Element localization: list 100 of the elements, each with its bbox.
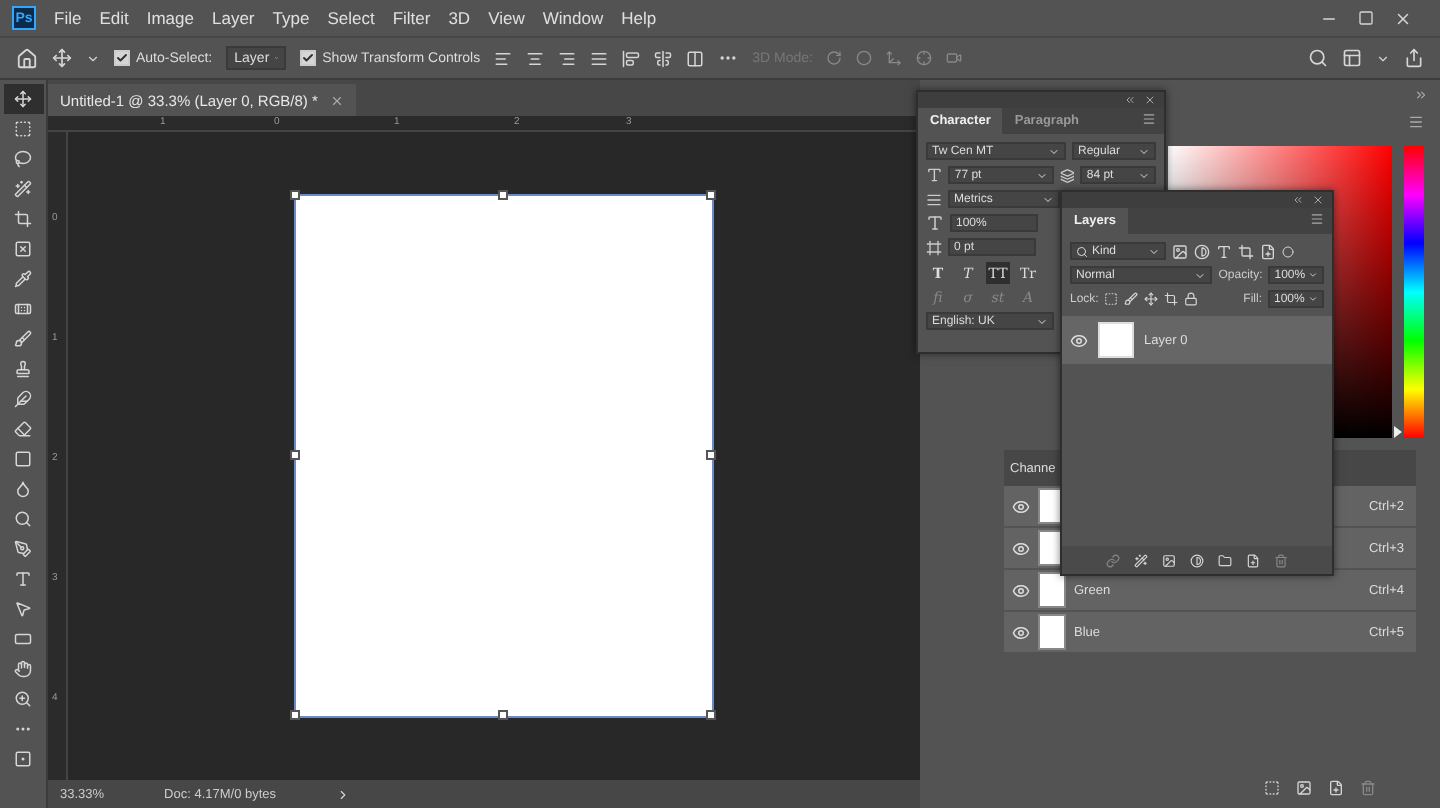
panel-menu-icon[interactable] (1408, 114, 1424, 130)
search-icon (1076, 245, 1088, 257)
collapse-icon[interactable] (1124, 94, 1136, 106)
pen-icon (14, 540, 32, 558)
distribute-icon[interactable] (590, 49, 609, 67)
shape-filter-icon[interactable] (1238, 243, 1254, 259)
selection-icon[interactable] (1264, 780, 1280, 796)
menu-item[interactable]: Select (327, 8, 375, 28)
eye-icon[interactable] (1012, 623, 1030, 641)
caret-icon (1194, 269, 1207, 281)
menu-item[interactable]: Edit (99, 8, 129, 28)
tool-button[interactable] (3, 84, 43, 114)
close-icon[interactable] (329, 93, 344, 107)
home-icon[interactable] (16, 47, 38, 69)
folder-icon[interactable] (1218, 553, 1232, 567)
auto-select-checkbox[interactable] (114, 50, 130, 66)
new-layer-icon[interactable] (1246, 553, 1260, 567)
menu-item[interactable]: Type (272, 8, 310, 28)
transform-handle[interactable] (706, 450, 716, 460)
collapse-icon[interactable] (1414, 88, 1428, 102)
eye-icon[interactable] (1012, 539, 1030, 557)
mask-icon[interactable] (1162, 553, 1176, 567)
bandage-icon (14, 300, 32, 318)
maximize-icon[interactable] (1358, 9, 1374, 25)
menu-item[interactable]: View (488, 8, 525, 28)
chevron-icon[interactable] (336, 787, 351, 801)
eye-icon[interactable] (1012, 497, 1030, 515)
caret-icon (1308, 294, 1318, 304)
menu-item[interactable]: Image (146, 8, 194, 28)
transform-handle[interactable] (498, 190, 508, 200)
close-icon[interactable] (1144, 94, 1156, 106)
type-filter-icon[interactable] (1216, 243, 1232, 259)
frame-icon (14, 240, 32, 258)
align-center-icon[interactable] (526, 49, 545, 67)
check-icon (116, 52, 128, 64)
eraser-icon (14, 420, 32, 438)
lock-position-icon[interactable] (1144, 292, 1159, 306)
menu-item[interactable]: 3D (448, 8, 471, 28)
caret-icon (1148, 245, 1160, 257)
marquee-icon (14, 120, 32, 138)
align-top-icon[interactable] (622, 49, 641, 67)
font-size-icon (926, 166, 943, 184)
transform-handle[interactable] (706, 190, 716, 200)
hue-slider-thumb[interactable] (1394, 426, 1402, 438)
transform-handle[interactable] (706, 710, 716, 720)
share-icon[interactable] (1404, 48, 1424, 68)
smart-filter-icon[interactable] (1260, 243, 1276, 259)
type-icon (14, 570, 32, 588)
menu-item[interactable]: Layer (211, 8, 255, 28)
move-icon[interactable] (52, 48, 72, 68)
transform-handle[interactable] (498, 710, 508, 720)
menu-item[interactable]: Filter (392, 8, 431, 28)
transform-controls-checkbox[interactable] (300, 50, 317, 66)
hand-icon (14, 660, 32, 678)
caret-icon[interactable] (86, 51, 100, 65)
vertical-scale-icon (926, 214, 944, 232)
workspace-icon[interactable] (1342, 48, 1362, 68)
transform-handle[interactable] (290, 190, 300, 200)
transform-handle[interactable] (290, 710, 300, 720)
menu-item[interactable]: Window (542, 8, 604, 28)
menu-item[interactable]: Help (621, 8, 657, 28)
close-icon[interactable] (1312, 194, 1324, 206)
collapse-icon[interactable] (1292, 194, 1304, 206)
pointer-icon (14, 600, 32, 618)
pixel-filter-icon[interactable] (1172, 243, 1188, 259)
brush-icon (14, 330, 32, 348)
close-icon[interactable] (1394, 9, 1412, 27)
align-left-icon[interactable] (494, 49, 513, 67)
filter-toggle-icon[interactable] (1282, 245, 1294, 257)
stamp-icon (14, 360, 32, 378)
caret-icon (1308, 270, 1318, 280)
adjustment-filter-icon[interactable] (1194, 243, 1210, 259)
adjustment-icon[interactable] (1190, 553, 1204, 567)
new-channel-icon[interactable] (1328, 780, 1344, 796)
wand-icon (14, 180, 32, 198)
lock-icon[interactable] (1184, 292, 1199, 306)
align-middle-icon[interactable] (654, 49, 673, 67)
check-icon (302, 52, 315, 64)
channel-thumbnail (1038, 614, 1066, 650)
eye-icon[interactable] (1012, 581, 1030, 599)
align-right-icon[interactable] (558, 49, 577, 67)
history-brush-icon (14, 390, 32, 408)
layer-thumbnail (1098, 322, 1134, 358)
zoom-icon (14, 690, 32, 708)
trash-icon[interactable] (1274, 553, 1288, 567)
search-icon[interactable] (1308, 48, 1328, 68)
transform-handle[interactable] (290, 450, 300, 460)
move-icon (14, 90, 32, 108)
panel-menu-icon[interactable] (1310, 212, 1324, 226)
rectangle-icon (14, 630, 32, 648)
menu-item[interactable]: File (54, 8, 82, 28)
caret-icon[interactable] (1376, 51, 1390, 65)
lock-paint-icon[interactable] (1124, 292, 1139, 306)
eye-icon[interactable] (1070, 331, 1088, 349)
eyedropper-icon (14, 270, 32, 288)
lock-artboard-icon[interactable] (1164, 292, 1179, 306)
panel-menu-icon[interactable] (1142, 112, 1156, 126)
lasso-icon (14, 150, 32, 168)
mask-icon[interactable] (1296, 780, 1312, 796)
crop-icon (14, 210, 32, 228)
